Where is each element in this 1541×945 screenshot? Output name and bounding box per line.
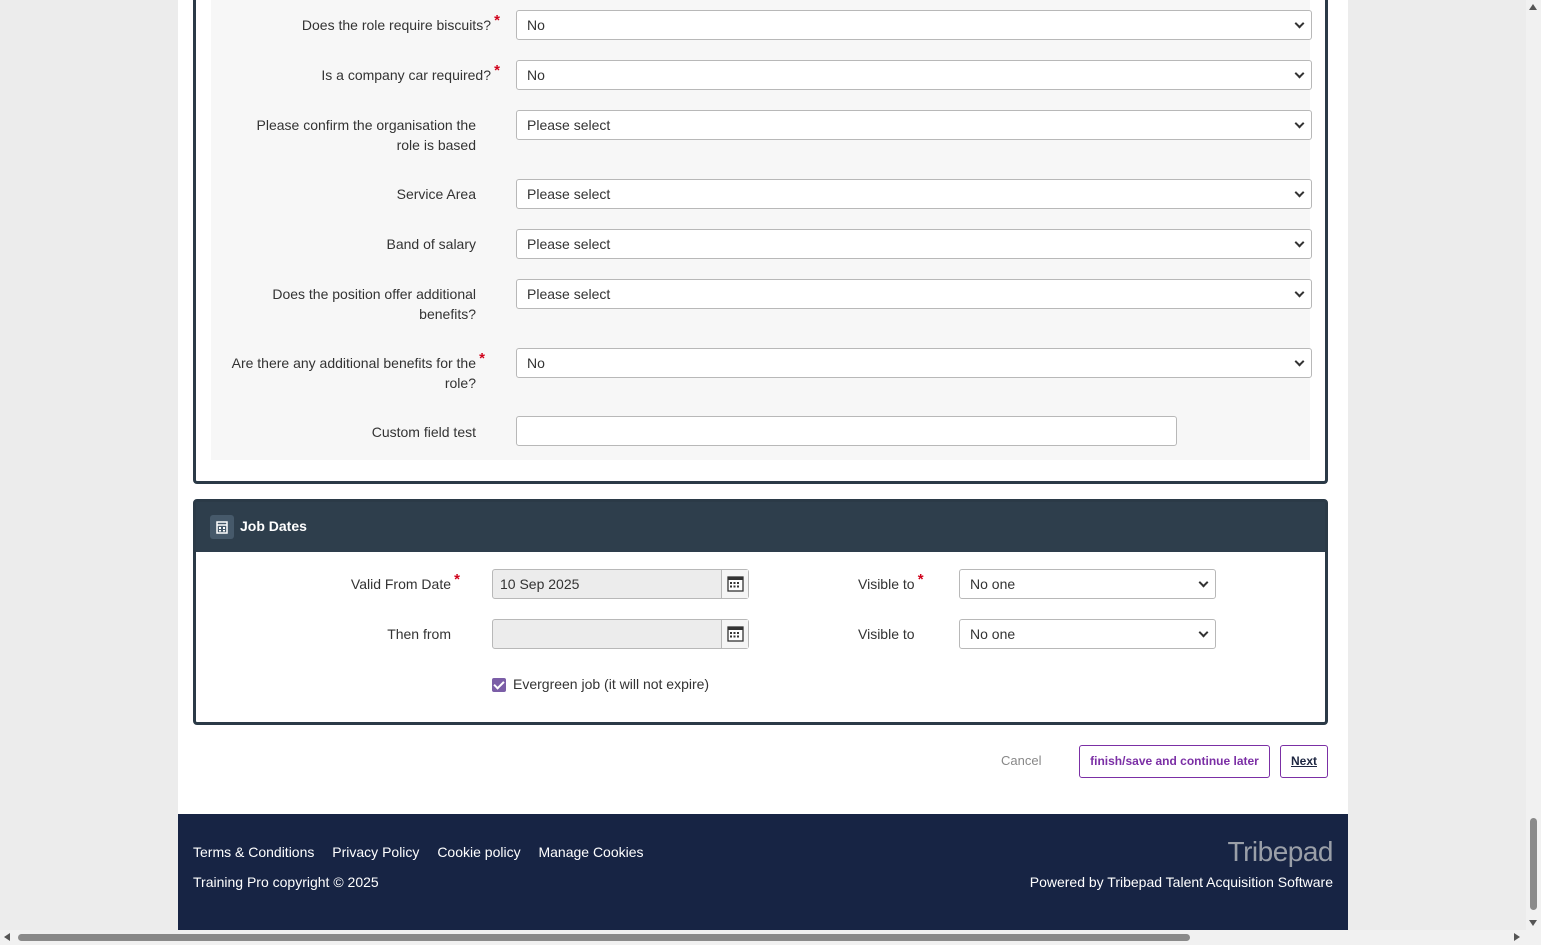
chevron-down-icon — [1198, 577, 1209, 588]
horizontal-scroll-thumb[interactable] — [18, 934, 1190, 941]
chevron-down-icon — [1294, 18, 1305, 29]
horizontal-scrollbar[interactable] — [0, 930, 1541, 945]
label-text: Valid From Date — [350, 576, 451, 592]
select-value: Please select — [527, 286, 611, 302]
calendar-icon — [727, 626, 744, 642]
custom-field-test-input[interactable] — [516, 416, 1177, 446]
valid-from-date-input[interactable]: 10 Sep 2025 — [492, 569, 749, 599]
evergreen-checkbox[interactable] — [492, 678, 506, 692]
field-label-text: Does the role require biscuits? — [301, 17, 491, 33]
visible-to-select-1[interactable]: No one — [959, 569, 1216, 599]
field-label-text: Custom field test — [371, 424, 476, 440]
footer-link-terms[interactable]: Terms & Conditions — [193, 844, 314, 860]
service-area-select[interactable]: Please select — [516, 179, 1312, 209]
visible-to-label-2: Visible to — [858, 626, 915, 642]
chevron-down-icon — [1294, 237, 1305, 248]
field-label-text: Please confirm the organisation the role… — [256, 117, 476, 153]
scroll-right-icon[interactable] — [1514, 933, 1520, 941]
chevron-down-icon — [1294, 356, 1305, 367]
field-label: Band of salary — [231, 234, 477, 254]
chevron-down-icon — [1294, 68, 1305, 79]
chevron-down-icon — [1294, 118, 1305, 129]
page-content: Does the role require biscuits? * No Is a… — [178, 0, 1348, 930]
input-value: 10 Sep 2025 — [500, 576, 580, 592]
required-marker: * — [494, 62, 500, 79]
select-value: No — [527, 67, 545, 83]
required-marker: * — [494, 12, 500, 29]
footer-link-privacy[interactable]: Privacy Policy — [332, 844, 419, 860]
required-marker: * — [454, 571, 460, 588]
select-value: No one — [970, 626, 1016, 642]
job-dates-title: Job Dates — [240, 518, 307, 534]
footer-link-cookie-policy[interactable]: Cookie policy — [437, 844, 520, 860]
field-label: Custom field test — [231, 422, 476, 442]
custom-fields-body: Does the role require biscuits? * No Is a… — [211, 0, 1312, 460]
vertical-scrollbar[interactable] — [1526, 0, 1541, 930]
field-label: Service Area — [231, 184, 476, 204]
field-label-text: Does the position offer additional benef… — [272, 286, 476, 322]
scroll-left-icon[interactable] — [4, 933, 10, 941]
job-dates-header: Job Dates — [196, 502, 1325, 552]
field-label: Does the position offer additional benef… — [231, 284, 476, 324]
field-label: Does the role require biscuits? * — [231, 12, 500, 35]
footer-links: Terms & Conditions Privacy Policy Cookie… — [193, 844, 658, 860]
select-value: No one — [970, 576, 1016, 592]
chevron-down-icon — [1294, 187, 1305, 198]
field-label-text: Band of salary — [386, 236, 477, 252]
chevron-down-icon — [1198, 627, 1209, 638]
visible-to-select-2[interactable]: No one — [959, 619, 1216, 649]
company-car-select[interactable]: No — [516, 60, 1312, 90]
field-label-text: Service Area — [396, 186, 476, 202]
salary-band-select[interactable]: Please select — [516, 229, 1312, 259]
field-label-text: Are there any additional benefits for th… — [231, 355, 476, 391]
field-label: Is a company car required? * — [231, 62, 500, 85]
then-from-date-input[interactable] — [492, 619, 749, 649]
scroll-up-icon[interactable] — [1529, 4, 1537, 10]
field-label-text: Is a company car required? — [321, 67, 491, 83]
evergreen-label: Evergreen job (it will not expire) — [513, 676, 710, 692]
vertical-scroll-thumb[interactable] — [1530, 818, 1537, 910]
additional-benefits-select[interactable]: Please select — [516, 279, 1312, 309]
select-value: No — [527, 355, 545, 371]
footer-link-manage-cookies[interactable]: Manage Cookies — [538, 844, 643, 860]
cancel-button[interactable]: Cancel — [1001, 753, 1041, 768]
field-label: Are there any additional benefits for th… — [231, 350, 485, 393]
biscuits-select[interactable]: No — [516, 10, 1312, 40]
save-continue-later-button[interactable]: finish/save and continue later — [1079, 745, 1270, 778]
calendar-icon — [210, 515, 234, 539]
scroll-down-icon[interactable] — [1529, 920, 1537, 926]
required-marker: * — [917, 571, 924, 588]
tribepad-logo: Tribepad — [1227, 836, 1334, 867]
select-value: No — [527, 17, 545, 33]
then-from-label: Then from — [387, 626, 451, 642]
job-dates-panel: Job Dates Valid From Date * 10 Sep 2025 T… — [193, 499, 1328, 725]
organisation-select[interactable]: Please select — [516, 110, 1312, 140]
footer-copyright: Training Pro copyright © 2025 — [193, 874, 379, 890]
date-picker-button[interactable] — [721, 570, 748, 598]
valid-from-label: Valid From Date * — [326, 571, 460, 594]
date-picker-button[interactable] — [721, 620, 748, 648]
select-value: Please select — [527, 186, 611, 202]
footer: Terms & Conditions Privacy Policy Cookie… — [178, 814, 1348, 930]
custom-fields-panel: Does the role require biscuits? * No Is a… — [193, 0, 1328, 484]
select-value: Please select — [527, 117, 611, 133]
field-label: Please confirm the organisation the role… — [231, 115, 476, 155]
visible-to-label-1: Visible to * — [858, 571, 924, 594]
benefits-for-role-select[interactable]: No — [516, 348, 1312, 378]
required-marker: * — [479, 350, 485, 367]
chevron-down-icon — [1294, 287, 1305, 298]
label-text: Visible to — [858, 576, 915, 592]
select-value: Please select — [527, 236, 611, 252]
next-button[interactable]: Next — [1280, 745, 1328, 778]
calendar-icon — [727, 576, 744, 592]
powered-by-link[interactable]: Powered by Tribepad Talent Acquisition S… — [1030, 874, 1333, 890]
